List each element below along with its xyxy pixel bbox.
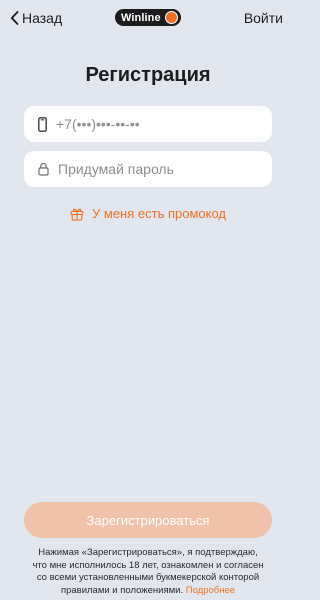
promo-code-link[interactable]: У меня есть промокод <box>0 206 296 221</box>
logo-dot-icon <box>164 11 178 24</box>
phone-icon <box>38 116 47 132</box>
promo-code-label: У меня есть промокод <box>92 206 226 221</box>
page-title: Регистрация <box>85 64 211 86</box>
disclaimer: Нажимая «Зарегистрироваться», я подтверж… <box>30 547 266 597</box>
password-field[interactable] <box>24 151 272 187</box>
phone-field[interactable] <box>24 106 272 142</box>
gift-icon <box>70 207 84 221</box>
phone-input[interactable] <box>56 116 256 132</box>
more-link[interactable]: Подробнее <box>186 585 235 596</box>
register-button[interactable]: Зарегистрироваться <box>24 502 272 538</box>
chevron-left-icon <box>10 11 19 25</box>
lock-icon <box>38 162 49 176</box>
registration-screen: Назад Winline Войти Регистрация У <box>0 0 296 600</box>
winline-logo: Winline <box>115 9 181 26</box>
back-button[interactable]: Назад <box>10 9 62 27</box>
password-input[interactable] <box>58 161 258 177</box>
logo-text: Winline <box>121 11 161 24</box>
login-button[interactable]: Войти <box>244 9 283 27</box>
header: Назад Winline Войти <box>0 0 296 36</box>
back-button-label: Назад <box>22 10 63 26</box>
